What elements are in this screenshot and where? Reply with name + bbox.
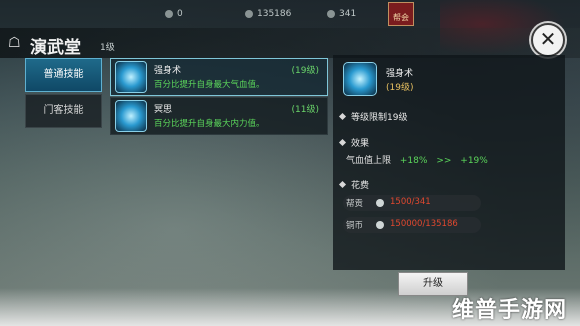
skill-item-strength[interactable]: 强身术 (19级) 百分比提升自身最大气血值。 xyxy=(110,58,328,96)
cost-contribution: 帮贡 1500/341 xyxy=(343,195,481,211)
coin-icon xyxy=(165,10,173,18)
copper-coin-icon xyxy=(245,10,253,18)
skill-level: (11级) xyxy=(291,105,319,115)
tab-normal-skills[interactable]: 普通技能 xyxy=(25,58,102,92)
effect-label: 气血值上限 xyxy=(346,156,392,166)
tab-retainer-skills[interactable]: 门客技能 xyxy=(25,94,102,128)
close-icon: ✕ xyxy=(539,27,557,51)
effect-heading: 效果 xyxy=(338,136,370,149)
cost-value: 150000/135186 xyxy=(390,219,458,229)
effect-to: +19% xyxy=(460,156,488,166)
resource-1: 0 xyxy=(165,6,183,22)
detail-skill-level: (19级) xyxy=(386,83,414,93)
diamond-bullet-icon xyxy=(338,180,347,189)
resource-copper-value: 135186 xyxy=(257,9,292,19)
cost-heading: 花费 xyxy=(338,178,370,191)
diamond-bullet-icon xyxy=(338,138,347,147)
gang-button[interactable]: 帮会 xyxy=(388,2,414,26)
skill-desc: 百分比提升自身最大气血值。 xyxy=(154,80,265,90)
gang-label: 帮会 xyxy=(393,13,409,22)
effect-from: +18% xyxy=(399,156,428,166)
meditation-skill-icon xyxy=(115,100,147,132)
resource-1-value: 0 xyxy=(177,9,183,19)
skill-name: 冥思 xyxy=(154,105,173,115)
skill-item-meditation[interactable]: 冥思 (11级) 百分比提升自身最大内力值。 xyxy=(110,97,328,135)
fist-skill-icon xyxy=(115,61,147,93)
resource-copper: 135186 xyxy=(245,6,291,22)
resource-contribution: 341 xyxy=(327,6,356,22)
fist-skill-icon-large xyxy=(343,62,377,96)
detail-skill-name: 强身术 xyxy=(386,69,414,79)
hall-icon: ☖ xyxy=(8,35,21,51)
page-title: 演武堂 xyxy=(30,38,81,58)
resource-contribution-value: 341 xyxy=(339,9,357,19)
cost-copper: 铜币 150000/135186 xyxy=(343,217,481,233)
close-button[interactable]: ✕ xyxy=(531,23,565,57)
level-limit-text: 等级限制19级 xyxy=(351,113,408,123)
level-limit: 等级限制19级 xyxy=(338,110,408,123)
cost-label: 帮贡 xyxy=(346,199,364,209)
effect-title: 效果 xyxy=(351,139,370,149)
contribution-icon xyxy=(376,199,384,207)
effect-arrow: >> xyxy=(436,156,452,166)
contribution-icon xyxy=(327,10,335,18)
cost-label: 铜币 xyxy=(346,221,364,231)
skill-name: 强身术 xyxy=(154,66,182,76)
cost-value: 1500/341 xyxy=(390,197,431,207)
copper-coin-icon xyxy=(376,221,384,229)
header-bar xyxy=(0,28,580,58)
skill-level: (19级) xyxy=(291,66,319,76)
hall-level: 1级 xyxy=(100,43,115,53)
effect-line: 气血值上限 +18% >> +19% xyxy=(346,153,488,166)
diamond-bullet-icon xyxy=(338,112,347,121)
watermark: 维普手游网 xyxy=(452,298,568,323)
cost-title: 花费 xyxy=(351,181,370,191)
skill-desc: 百分比提升自身最大内力值。 xyxy=(154,119,265,129)
